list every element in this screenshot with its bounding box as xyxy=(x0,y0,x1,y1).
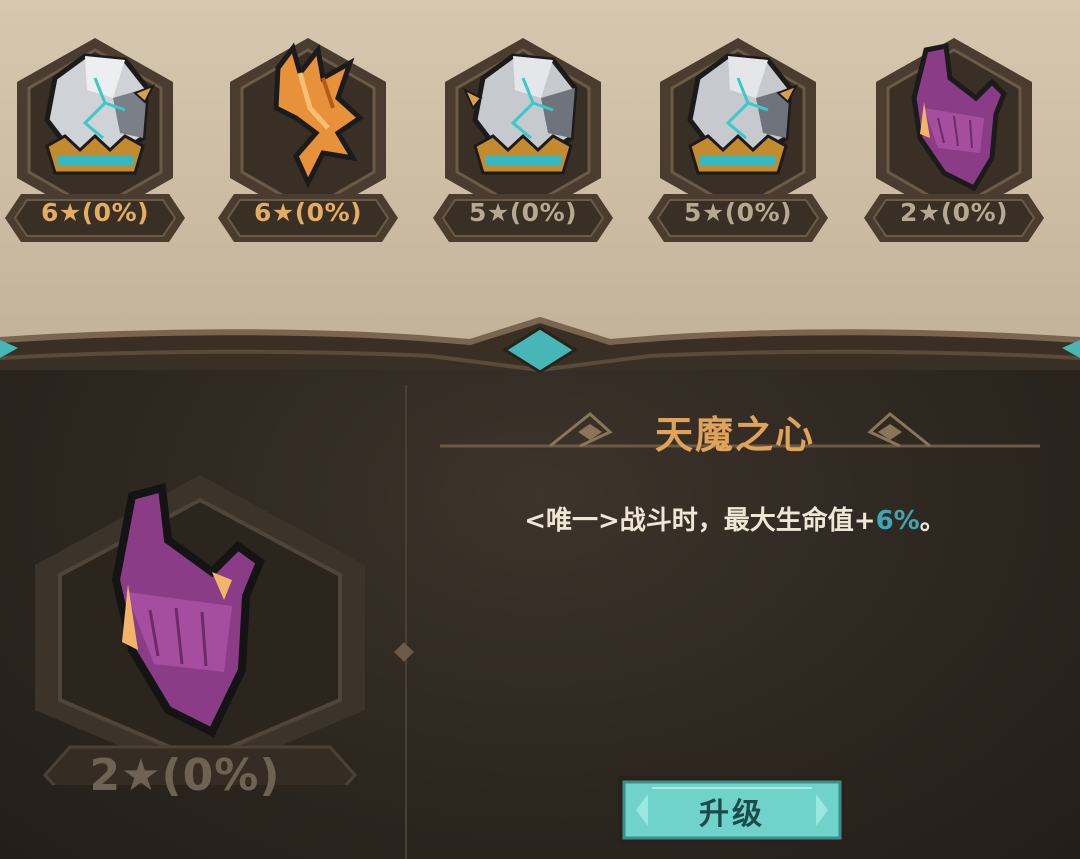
slot-star-label: 6★(0%) xyxy=(253,198,363,227)
item-description: <唯一>战斗时，最大生命值+6%。 xyxy=(430,500,1040,537)
slot-star-label: 2★(0%) xyxy=(899,198,1009,227)
cracked-stone-crown-icon xyxy=(687,53,799,175)
detail-star-label: 2★(0%) xyxy=(89,750,281,801)
slot-star-label: 5★(0%) xyxy=(683,198,793,227)
desc-end: 。 xyxy=(919,506,946,536)
cracked-stone-crown-icon xyxy=(462,53,578,175)
desc-text: <唯一>战斗时，最大生命值+ xyxy=(524,506,876,536)
upgrade-button[interactable]: 升级 xyxy=(612,770,852,850)
ornate-divider xyxy=(0,316,1080,374)
desc-value: 6% xyxy=(875,506,920,536)
relic-slot-2[interactable]: 6★(0%) xyxy=(218,30,398,250)
purple-demon-heart-icon xyxy=(111,482,265,738)
relic-slot-1[interactable]: 6★(0%) xyxy=(5,30,185,250)
purple-demon-heart-icon xyxy=(911,43,1007,192)
item-title: 天魔之心 xyxy=(654,413,815,457)
relic-slot-4[interactable]: 5★(0%) xyxy=(648,30,828,250)
orange-claw-icon xyxy=(273,42,365,189)
panel-divider-line xyxy=(405,385,407,859)
cracked-stone-crown-icon xyxy=(44,53,156,175)
slot-star-label: 6★(0%) xyxy=(40,198,150,227)
slot-star-label: 5★(0%) xyxy=(468,198,578,227)
relic-slot-3[interactable]: 5★(0%) xyxy=(433,30,613,250)
relic-slot-5[interactable]: 2★(0%) xyxy=(864,30,1044,250)
upgrade-label: 升级 xyxy=(699,797,765,832)
